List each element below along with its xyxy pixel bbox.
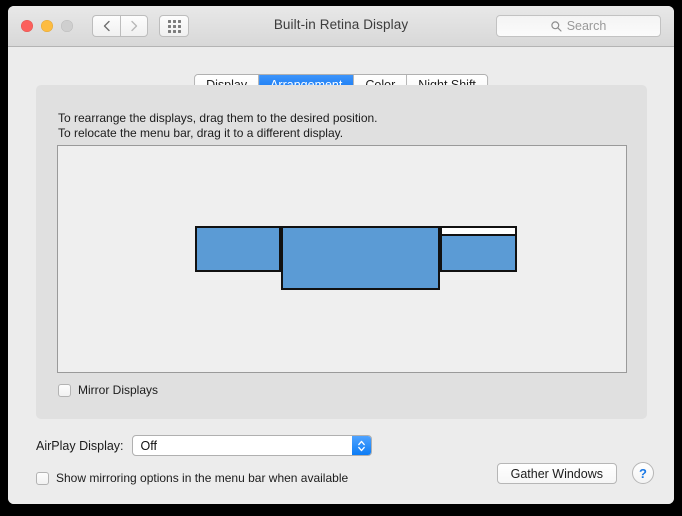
search-field[interactable]: Search: [496, 15, 661, 37]
display-center[interactable]: [281, 226, 440, 290]
mirror-displays-label: Mirror Displays: [78, 383, 159, 397]
arrangement-panel: To rearrange the displays, drag them to …: [36, 85, 647, 419]
chevron-up-down-icon: [357, 440, 365, 451]
display-arrangement-canvas[interactable]: [57, 145, 627, 373]
airplay-display-popup[interactable]: Off: [131, 435, 372, 456]
window-titlebar: Built-in Retina Display Search: [8, 6, 674, 47]
search-placeholder: Search: [566, 19, 607, 33]
window-content: Display Arrangement Color Night Shift To…: [8, 47, 674, 504]
help-button[interactable]: ?: [632, 462, 654, 484]
airplay-display-value: Off: [140, 438, 157, 453]
display-right[interactable]: [440, 226, 517, 272]
mirror-displays-row[interactable]: Mirror Displays: [58, 383, 158, 397]
search-icon: [550, 20, 562, 32]
show-mirroring-label: Show mirroring options in the menu bar w…: [56, 471, 349, 485]
airplay-display-row: AirPlay Display: Off: [36, 435, 372, 456]
menu-bar-strip[interactable]: [442, 228, 515, 236]
show-mirroring-row[interactable]: Show mirroring options in the menu bar w…: [36, 471, 348, 485]
show-mirroring-checkbox[interactable]: [36, 471, 49, 485]
popup-stepper-arrows[interactable]: [351, 436, 371, 455]
preferences-window: Built-in Retina Display Search Display A…: [8, 6, 674, 504]
instructions-text: To rearrange the displays, drag them to …: [58, 111, 378, 140]
mirror-displays-checkbox[interactable]: [58, 383, 71, 397]
display-left[interactable]: [195, 226, 281, 272]
airplay-display-label: AirPlay Display:: [36, 438, 124, 453]
gather-windows-button[interactable]: Gather Windows: [496, 463, 617, 484]
